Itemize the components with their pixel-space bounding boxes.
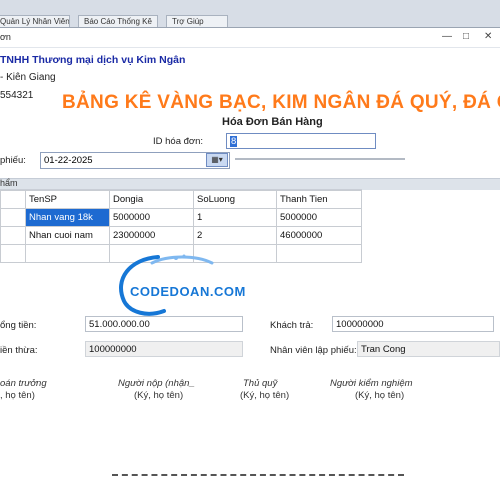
- signature-note: (Ký, họ tên): [240, 390, 290, 401]
- invoice-id-label: ID hóa đơn:: [153, 136, 204, 147]
- signature-title: Người nộp (nhận_: [118, 378, 195, 389]
- watermark-text: CODEDOAN.COM: [130, 284, 246, 299]
- invoice-id-value: 8: [230, 136, 238, 147]
- change-value: 100000000: [89, 344, 137, 355]
- dashed-divider: [112, 474, 404, 476]
- row-header-corner: [0, 190, 26, 209]
- invoice-window: ơn — □ ✕ TNHH Thương mại dịch vụ Kim Ngâ…: [0, 27, 500, 500]
- column-header[interactable]: Thanh Tien: [276, 190, 362, 209]
- signature-title: Người kiểm nghiệm: [330, 378, 413, 389]
- calendar-icon[interactable]: ▦▾: [206, 153, 228, 167]
- row-header[interactable]: [0, 244, 26, 263]
- grid-cell[interactable]: [276, 244, 362, 263]
- grid-cell[interactable]: [25, 244, 110, 263]
- signature-note: , họ tên): [0, 390, 35, 401]
- column-header[interactable]: Dongia: [109, 190, 194, 209]
- date-value: 01-22-2025: [44, 155, 93, 166]
- company-name: TNHH Thương mại dịch vụ Kim Ngân: [0, 54, 186, 66]
- background-app-bar: Quản Lý Nhân Viên Báo Cáo Thống Kê Trợ G…: [0, 0, 500, 28]
- signature-title: oán trưởng: [0, 378, 47, 389]
- maximize-icon[interactable]: □: [463, 31, 469, 42]
- table-row[interactable]: Nhan cuoi nam 23000000 2 46000000: [0, 226, 362, 245]
- grid-cell[interactable]: 46000000: [276, 226, 362, 245]
- grid-cell[interactable]: Nhan cuoi nam: [25, 226, 110, 245]
- column-header[interactable]: SoLuong: [193, 190, 277, 209]
- customer-pay-input[interactable]: 100000000: [332, 316, 494, 332]
- signature-note: (Ký, họ tên): [355, 390, 405, 401]
- date-label: phiếu:: [0, 155, 26, 166]
- products-grid[interactable]: TenSP Dongia SoLuong Thanh Tien Nhan van…: [0, 189, 362, 327]
- change-label: iền thừa:: [0, 345, 38, 356]
- window-titlebar: ơn — □ ✕: [0, 28, 500, 48]
- total-label: ổng tiền:: [0, 320, 37, 331]
- row-header[interactable]: [0, 208, 26, 227]
- grid-cell[interactable]: Nhan vang 18k: [25, 208, 110, 227]
- invoice-title: Hóa Đơn Bán Hàng: [222, 116, 323, 128]
- date-picker[interactable]: 01-22-2025: [40, 152, 230, 169]
- customer-pay-label: Khách trả:: [270, 320, 314, 331]
- signature-note: (Ký, họ tên): [134, 390, 184, 401]
- grid-header-row: TenSP Dongia SoLuong Thanh Tien: [0, 190, 362, 209]
- change-input[interactable]: 100000000: [85, 341, 243, 357]
- staff-label: Nhân viên lập phiếu:: [270, 345, 357, 356]
- column-header[interactable]: TenSP: [25, 190, 110, 209]
- invoice-id-input[interactable]: 8: [226, 133, 376, 149]
- total-value: 51.000.000.00: [89, 319, 150, 330]
- grid-cell[interactable]: [109, 244, 194, 263]
- table-row[interactable]: Nhan vang 18k 5000000 1 5000000: [0, 208, 362, 227]
- staff-value: Tran Cong: [361, 344, 406, 355]
- close-icon[interactable]: ✕: [484, 31, 492, 42]
- total-input[interactable]: 51.000.000.00: [85, 316, 243, 332]
- staff-input[interactable]: Tran Cong: [357, 341, 500, 357]
- grid-cell[interactable]: 23000000: [109, 226, 194, 245]
- grid-cell[interactable]: [193, 244, 277, 263]
- window-title: ơn: [0, 32, 11, 42]
- grid-cell[interactable]: 5000000: [109, 208, 194, 227]
- company-phone: 554321: [0, 90, 34, 101]
- products-group-label: hẩm: [0, 178, 18, 188]
- row-header[interactable]: [0, 226, 26, 245]
- grid-cell[interactable]: 1: [193, 208, 277, 227]
- company-address: - Kiên Giang: [0, 72, 56, 83]
- grid-cell[interactable]: 2: [193, 226, 277, 245]
- signature-title: Thủ quỹ: [243, 378, 278, 389]
- grid-cell[interactable]: 5000000: [276, 208, 362, 227]
- minimize-icon[interactable]: —: [442, 31, 452, 42]
- divider: [235, 158, 405, 160]
- customer-pay-value: 100000000: [336, 319, 384, 330]
- table-row-new[interactable]: [0, 244, 362, 263]
- report-title: BẢNG KÊ VÀNG BẠC, KIM NGÂN ĐÁ QUÝ, ĐÁ C: [62, 92, 500, 113]
